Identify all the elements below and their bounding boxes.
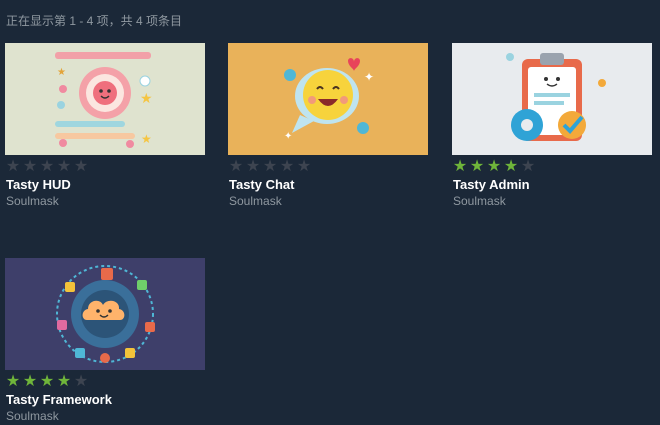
star-filled-icon: ★ [452, 158, 468, 175]
star-empty-icon: ★ [39, 158, 55, 175]
hud-thumbnail-icon: ★ ★ ★ [5, 43, 205, 155]
star-empty-icon: ★ [73, 158, 89, 175]
star-filled-icon: ★ [503, 158, 519, 175]
star-empty-icon: ★ [245, 158, 261, 175]
item-title[interactable]: Tasty Chat [229, 177, 295, 192]
admin-thumbnail-icon [452, 43, 652, 155]
item-author[interactable]: Soulmask [229, 194, 282, 208]
star-empty-icon: ★ [296, 158, 312, 175]
star-empty-icon: ★ [262, 158, 278, 175]
star-empty-icon: ★ [73, 373, 89, 390]
star-filled-icon: ★ [5, 373, 21, 390]
star-filled-icon: ★ [39, 373, 55, 390]
item-title[interactable]: Tasty Framework [6, 392, 112, 407]
star-filled-icon: ★ [56, 373, 72, 390]
rating-stars: ★ ★ ★ ★ ★ [452, 159, 536, 175]
star-filled-icon: ★ [469, 158, 485, 175]
svg-text:★: ★ [141, 132, 152, 146]
star-empty-icon: ★ [56, 158, 72, 175]
framework-thumbnail-icon [5, 258, 205, 370]
item-author[interactable]: Soulmask [6, 409, 59, 423]
item-author[interactable]: Soulmask [6, 194, 59, 208]
chat-thumbnail-icon: ✦ ✦ [228, 43, 428, 155]
star-empty-icon: ★ [5, 158, 21, 175]
svg-text:✦: ✦ [364, 70, 374, 84]
item-author[interactable]: Soulmask [453, 194, 506, 208]
item-thumbnail[interactable] [452, 43, 652, 155]
rating-stars: ★ ★ ★ ★ ★ [5, 159, 89, 175]
svg-text:★: ★ [57, 67, 66, 78]
item-thumbnail[interactable]: ★ ★ ★ [5, 43, 205, 155]
star-filled-icon: ★ [486, 158, 502, 175]
star-empty-icon: ★ [22, 158, 38, 175]
star-empty-icon: ★ [279, 158, 295, 175]
item-thumbnail[interactable]: ✦ ✦ [228, 43, 428, 155]
rating-stars: ★ ★ ★ ★ ★ [228, 159, 312, 175]
rating-stars: ★ ★ ★ ★ ★ [5, 374, 89, 390]
star-filled-icon: ★ [22, 373, 38, 390]
item-thumbnail[interactable] [5, 258, 205, 370]
star-empty-icon: ★ [228, 158, 244, 175]
svg-text:★: ★ [140, 91, 153, 107]
item-title[interactable]: Tasty HUD [6, 177, 71, 192]
star-empty-icon: ★ [520, 158, 536, 175]
item-title[interactable]: Tasty Admin [453, 177, 530, 192]
workshop-grid: ★ ★ ★ ★ ★ ★ ★ ★ Tasty HUD Soulmask ✦ ✦ ★… [0, 0, 660, 425]
svg-text:✦: ✦ [284, 131, 292, 142]
